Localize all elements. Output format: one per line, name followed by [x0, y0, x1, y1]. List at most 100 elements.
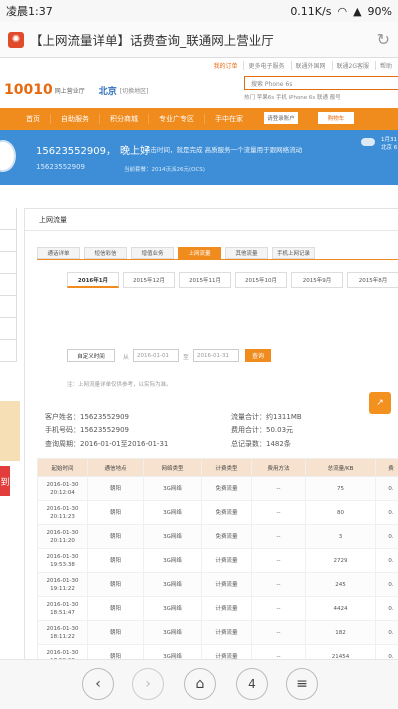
cart-button[interactable]: 购物车: [318, 112, 354, 124]
page-title[interactable]: 【上网流量详单】话费查询_联通网上营业厅: [30, 30, 371, 49]
side-ad-label[interactable]: 到: [0, 466, 10, 496]
table-cell: 朝阳: [87, 596, 144, 621]
month-option[interactable]: 2015年9月: [291, 272, 343, 288]
month-option[interactable]: 2015年8月: [347, 272, 398, 288]
tab-other-data[interactable]: 其他流量: [225, 247, 268, 259]
nav-item[interactable]: 专业广专区: [149, 114, 205, 124]
table-cell: 免费流量: [201, 476, 252, 501]
forward-icon[interactable]: ›: [132, 668, 164, 700]
table-cell: 2729: [305, 548, 376, 573]
table-cell: 75: [305, 476, 376, 501]
network-speed: 0.11K/s: [290, 4, 332, 18]
menu-icon[interactable]: ≡: [286, 668, 318, 700]
tab-value-added[interactable]: 增值业务: [131, 247, 174, 259]
table-cell: 免费流量: [201, 500, 252, 525]
sidebar-item[interactable]: [0, 208, 17, 230]
top-link[interactable]: 联通2G客服: [331, 60, 369, 70]
battery-level: 90%: [367, 4, 392, 18]
top-link[interactable]: 帮助: [374, 60, 392, 70]
month-option[interactable]: 2016年1月: [67, 272, 119, 288]
unicom-logo-icon: ✺: [8, 31, 24, 48]
user-name: 15623552909: [36, 146, 106, 157]
tab-call-detail[interactable]: 通话详单: [37, 247, 80, 259]
table-cell: 0.: [375, 548, 398, 573]
date-to-input[interactable]: 2016-01-31: [193, 349, 239, 362]
table-header-cell: 网络类型: [143, 458, 202, 477]
table-row: 2016-01-30 20:11:20 朝阳 3G网络 免费流量 -- 3 0.: [37, 524, 398, 549]
query-button[interactable]: 查询: [245, 349, 271, 362]
table-cell: 计费流量: [201, 596, 252, 621]
signal-icon: ▲: [353, 4, 362, 18]
table-row: 2016-01-30 20:11:23 朝阳 3G网络 免费流量 -- 80 0.: [37, 500, 398, 525]
date-from-input[interactable]: 2016-01-01: [133, 349, 179, 362]
nav-item[interactable]: 自助服务: [51, 114, 100, 124]
top-link[interactable]: 我的订单: [209, 61, 237, 70]
usage-note: 注：上网流量详单仅供参考，以实际为准。: [67, 382, 172, 388]
table-cell: 计费流量: [201, 548, 252, 573]
sidebar-menu: [0, 208, 17, 362]
main-navigation: 首页 自助服务 积分商城 专业广专区 手中在家 请登录账户 购物车: [0, 108, 398, 130]
flow-total: 流量合计：约1311MB: [231, 413, 302, 421]
range-to-label: 至: [183, 354, 190, 361]
month-option[interactable]: 2015年12月: [123, 272, 175, 288]
login-button[interactable]: 请登录账户: [264, 112, 298, 124]
table-cell: 4424: [305, 596, 376, 621]
table-row: 2016-01-30 18:51:47 朝阳 3G网络 计费流量 -- 4424 0.: [37, 596, 398, 621]
table-cell: 免费流量: [201, 524, 252, 549]
switch-region-link[interactable]: [切换地区]: [120, 86, 149, 95]
expand-button[interactable]: ↗: [369, 392, 391, 414]
table-cell: 3G网络: [143, 548, 202, 573]
table-cell: 朝阳: [87, 524, 144, 549]
breadcrumb: 上网流量: [25, 209, 398, 231]
table-header-row: 起始时间 通信地点 网络类型 计费类型 费用方法 总流量/KB 费: [37, 458, 398, 477]
month-option[interactable]: 2015年10月: [235, 272, 287, 288]
user-number: 15623552909: [36, 163, 85, 171]
sidebar-item[interactable]: [0, 318, 17, 340]
browser-address-bar[interactable]: ✺ 【上网流量详单】话费查询_联通网上营业厅 ↻: [0, 22, 398, 58]
user-hint: 点击时间，就是完成 高质服务一个流量用于跟网络流动: [144, 146, 303, 154]
reload-icon[interactable]: ↻: [377, 30, 390, 49]
sidebar-item[interactable]: [0, 230, 17, 252]
search-input[interactable]: 搜索 Phone 6s: [244, 76, 398, 90]
nav-item[interactable]: 手中在家: [205, 114, 253, 124]
tab-sms-detail[interactable]: 短信彩信: [84, 247, 127, 259]
back-icon[interactable]: ‹: [82, 668, 114, 700]
record-total: 总记录数：1482条: [231, 440, 291, 448]
site-logo[interactable]: 10010: [4, 82, 53, 98]
tabs-count-button[interactable]: 4: [236, 668, 268, 700]
sidebar-item[interactable]: [0, 252, 17, 274]
table-cell: 3G网络: [143, 572, 202, 597]
table-cell: 2016-01-30 19:53:38: [37, 548, 88, 573]
table-cell: --: [251, 524, 306, 549]
table-cell: 3G网络: [143, 620, 202, 645]
table-cell: --: [251, 596, 306, 621]
customer-name: 客户姓名：15623552909: [45, 413, 129, 421]
table-header-cell: 计费类型: [201, 458, 252, 477]
sidebar-item[interactable]: [0, 296, 17, 318]
top-link[interactable]: 联通外国网: [290, 60, 326, 70]
hot-search-words[interactable]: 热门 苹果6s 手机 iPhone 6s 联通 靓号: [244, 93, 341, 101]
nav-item[interactable]: 积分商城: [100, 114, 149, 124]
home-icon[interactable]: ⌂: [184, 668, 216, 700]
table-cell: 245: [305, 572, 376, 597]
table-cell: 80: [305, 500, 376, 525]
promo-banner[interactable]: [0, 401, 20, 461]
range-from-label: 从: [123, 354, 130, 361]
top-link[interactable]: 更多电子服务: [243, 60, 285, 70]
custom-time-button[interactable]: 自定义时间: [67, 349, 115, 362]
avatar[interactable]: [0, 140, 16, 172]
sidebar-item[interactable]: [0, 274, 17, 296]
sidebar-item[interactable]: [0, 340, 17, 362]
nav-item[interactable]: 首页: [16, 114, 51, 124]
table-cell: --: [251, 572, 306, 597]
web-page: 我的订单 更多电子服务 联通外国网 联通2G客服 帮助 10010 网上营业厅 …: [0, 58, 398, 659]
table-cell: 朝阳: [87, 644, 144, 659]
tab-mobile-records[interactable]: 手机上网记录: [272, 247, 315, 259]
table-header-cell: 费: [375, 458, 398, 477]
table-cell: 2016-01-30 17:58:03: [37, 644, 88, 659]
table-cell: 2016-01-30 18:51:47: [37, 596, 88, 621]
month-option[interactable]: 2015年11月: [179, 272, 231, 288]
table-cell: --: [251, 644, 306, 659]
table-header-cell: 总流量/KB: [305, 458, 376, 477]
tab-data-usage[interactable]: 上网流量: [178, 247, 221, 259]
